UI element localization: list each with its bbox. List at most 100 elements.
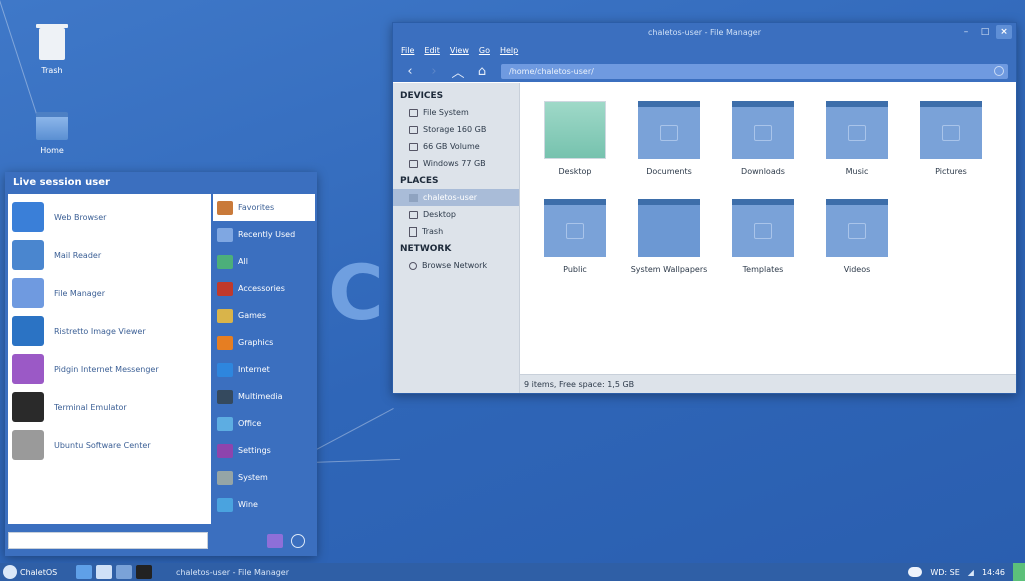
location-bar[interactable]: /home/chaletos-user/ [501,63,1008,79]
show-desktop-icon[interactable] [1013,563,1025,581]
category-settings[interactable]: Settings [213,437,315,464]
office-icon [217,416,233,431]
app-pidgin[interactable]: Pidgin Internet Messenger [8,350,211,388]
window-titlebar[interactable]: chaletos-user - File Manager – □ × [393,23,1016,42]
clear-location-icon[interactable] [994,65,1004,76]
sidebar-item-volume[interactable]: 66 GB Volume [393,138,519,155]
mail-icon [12,240,44,270]
category-graphics[interactable]: Graphics [213,329,315,356]
desktop-icon-label: Home [40,146,64,155]
menu-bar: File Edit View Go Help [393,42,1016,60]
menu-user-name: Live session user [13,177,110,188]
category-list: Favorites Recently Used All Accessories … [213,194,315,518]
sidebar-item-label: chaletos-user [423,193,478,202]
sidebar-item-desktop[interactable]: Desktop [393,206,519,223]
videos-folder-icon [826,199,888,257]
sidebar-header-places: PLACES [400,176,439,186]
trash-icon [409,226,417,237]
image-viewer-icon [12,316,44,346]
file-manager-launcher-icon[interactable] [116,565,132,579]
category-multimedia[interactable]: Multimedia [213,383,315,410]
sidebar-item-storage[interactable]: Storage 160 GB [393,121,519,138]
desktop-icon-home[interactable]: Home [22,112,82,155]
file-item-documents[interactable]: Documents [622,101,716,191]
taskbar-task-file-manager[interactable]: chaletos-user - File Manager [176,568,289,577]
menu-edit[interactable]: Edit [424,42,440,60]
mail-launcher-icon[interactable] [96,565,112,579]
menu-view[interactable]: View [450,42,469,60]
pictures-folder-icon [920,101,982,159]
app-web-browser[interactable]: Web Browser [8,198,211,236]
sidebar-item-trash[interactable]: Trash [393,223,519,240]
category-games[interactable]: Games [213,302,315,329]
chaletos-logo-icon [3,565,17,579]
minimize-icon[interactable]: – [958,25,974,39]
weather-icon[interactable] [908,567,923,577]
power-icon[interactable] [291,534,305,548]
file-item-templates[interactable]: Templates [716,199,810,289]
wallpaper-line [305,408,394,456]
sidebar-item-label: Trash [422,227,444,236]
web-browser-launcher-icon[interactable] [76,565,92,579]
app-label: Pidgin Internet Messenger [54,364,159,374]
app-software-center[interactable]: Ubuntu Software Center [8,426,211,464]
home-icon[interactable]: ⌂ [473,64,491,79]
logout-icon[interactable] [267,534,283,548]
forward-icon[interactable]: › [425,64,443,79]
category-recently-used[interactable]: Recently Used [213,221,315,248]
menu-go[interactable]: Go [479,42,490,60]
sidebar-item-windows[interactable]: Windows 77 GB [393,155,519,172]
window-title: chaletos-user - File Manager [647,28,762,37]
menu-help[interactable]: Help [500,42,518,60]
category-system[interactable]: System [213,464,315,491]
file-item-videos[interactable]: Videos [810,199,904,289]
navigation-toolbar: ‹ › ︿ ⌂ /home/chaletos-user/ [393,60,1016,82]
app-terminal[interactable]: Terminal Emulator [8,388,211,426]
favorites-icon [217,200,233,215]
app-file-manager[interactable]: File Manager [8,274,211,312]
category-internet[interactable]: Internet [213,356,315,383]
terminal-launcher-icon[interactable] [136,565,152,579]
internet-icon [217,362,233,377]
file-view: Desktop Documents Downloads Music Pictur… [520,83,1016,393]
terminal-icon [12,392,44,422]
category-wine[interactable]: Wine [213,491,315,518]
sidebar-item-home[interactable]: chaletos-user [393,189,519,206]
category-accessories[interactable]: Accessories [213,275,315,302]
menu-file[interactable]: File [401,42,414,60]
back-icon[interactable]: ‹ [401,64,419,79]
desktop-icon [409,210,418,219]
file-item-pictures[interactable]: Pictures [904,101,998,191]
sidebar-item-label: Windows 77 GB [423,159,486,168]
category-office[interactable]: Office [213,410,315,437]
sidebar-item-label: 66 GB Volume [423,142,480,151]
wallpapers-folder-icon [638,199,700,257]
volume-icon[interactable]: ◢ [968,568,974,577]
category-all[interactable]: All [213,248,315,275]
sidebar-item-label: Desktop [423,210,456,219]
file-item-label: Downloads [741,167,785,176]
sidebar-item-file-system[interactable]: File System [393,104,519,121]
clock[interactable]: 14:46 [982,568,1005,577]
app-label: Ubuntu Software Center [54,440,151,450]
app-label: Mail Reader [54,250,102,260]
file-item-desktop[interactable]: Desktop [528,101,622,191]
file-item-system-wallpapers[interactable]: System Wallpapers [622,199,716,289]
desktop-icon-trash[interactable]: Trash [22,24,82,75]
sidebar-item-browse-network[interactable]: Browse Network [393,257,519,274]
category-favorites[interactable]: Favorites [213,194,315,221]
file-item-music[interactable]: Music [810,101,904,191]
close-icon[interactable]: × [996,25,1012,39]
app-mail-reader[interactable]: Mail Reader [8,236,211,274]
up-icon[interactable]: ︿ [449,62,467,81]
maximize-icon[interactable]: □ [977,25,993,39]
favorites-app-list: Web Browser Mail Reader File Manager Ris… [8,194,211,524]
location-path: /home/chaletos-user/ [509,66,594,76]
desktop-thumbnail-icon [544,101,606,159]
file-item-label: Documents [646,167,692,176]
file-item-public[interactable]: Public [528,199,622,289]
menu-search-input[interactable] [8,532,208,549]
app-ristretto[interactable]: Ristretto Image Viewer [8,312,211,350]
file-item-downloads[interactable]: Downloads [716,101,810,191]
start-button[interactable]: ChaletOS [0,565,76,579]
